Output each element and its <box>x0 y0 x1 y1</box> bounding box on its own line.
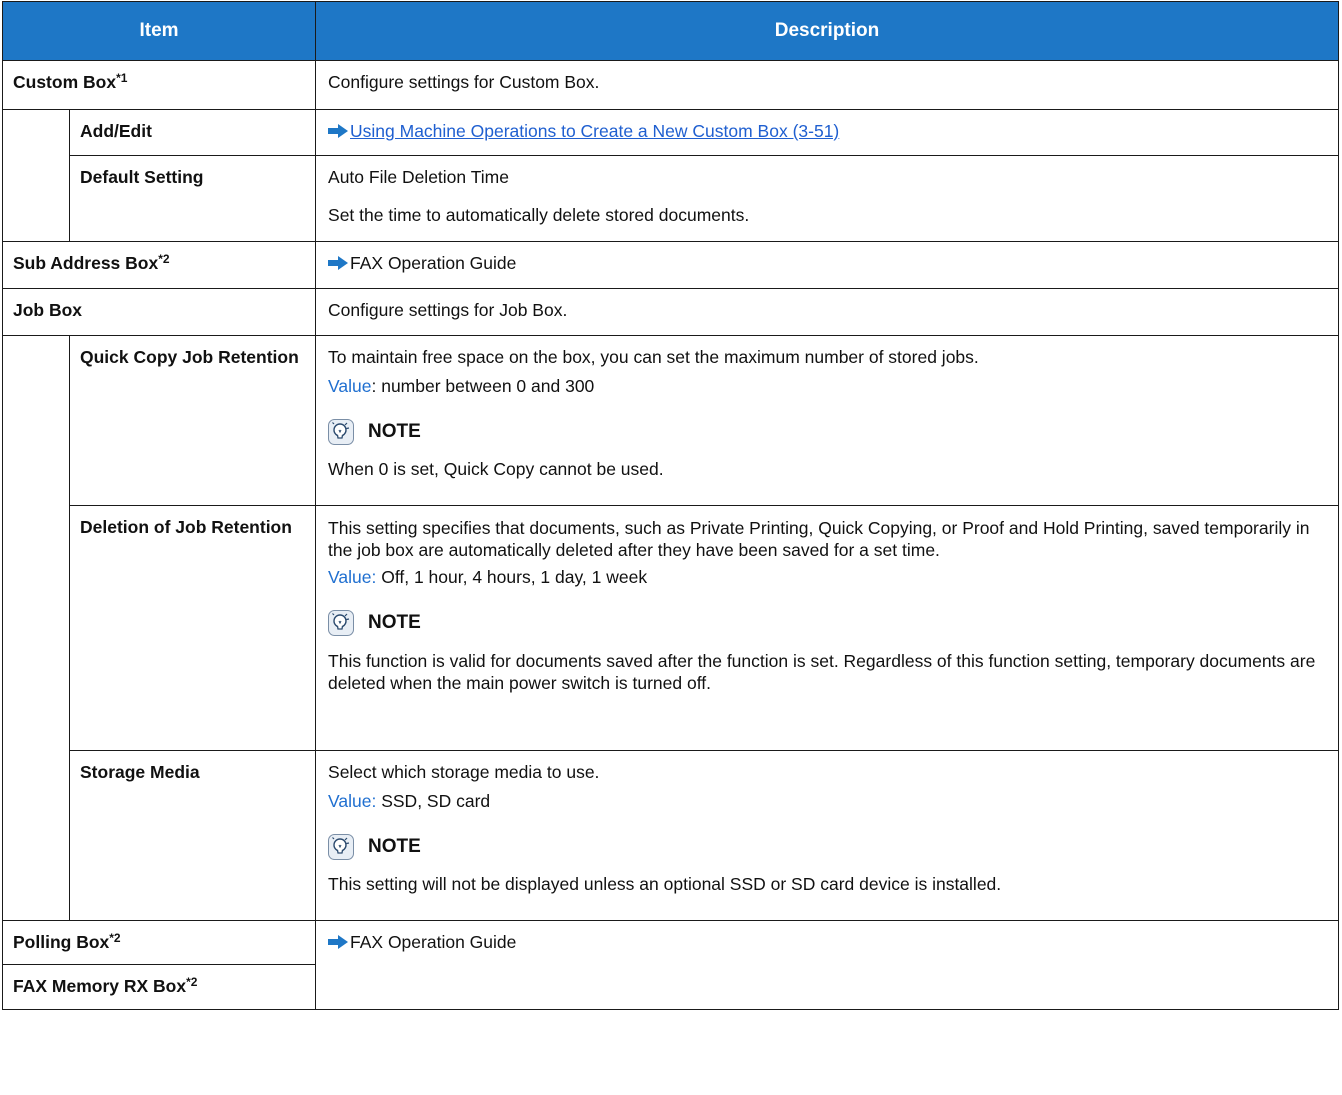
note-bulb-icon <box>328 610 354 636</box>
polling-box-label: Polling Box <box>13 932 110 952</box>
fax-memory-rx-box-item: FAX Memory RX Box*2 <box>1 964 317 1010</box>
storage-media-item: Storage Media <box>68 750 317 921</box>
deletion-description: This setting specifies that documents, s… <box>315 505 1339 751</box>
right-arrow-icon <box>328 256 348 270</box>
table-row: Storage Media Select which storage media… <box>3 750 1339 921</box>
sub-address-box-description: FAX Operation Guide <box>315 241 1339 289</box>
value-text: : number between 0 and 300 <box>371 376 595 396</box>
table-row: Polling Box*2 FAX Operation Guide <box>1 920 1339 1010</box>
value-label: Value: <box>328 567 377 587</box>
fax-memory-rx-box-label: FAX Memory RX Box <box>13 976 187 996</box>
deletion-item: Deletion of Job Retention <box>68 505 317 751</box>
deletion-label: Deletion of Job Retention <box>80 517 292 537</box>
job-box-description: Configure settings for Job Box. <box>315 288 1339 336</box>
footnote-marker: *2 <box>109 931 121 945</box>
job-box-label: Job Box <box>13 300 83 320</box>
settings-table: Item Description Custom Box*1 Configure … <box>1 1 1339 1010</box>
description-text: To maintain free space on the box, you c… <box>328 347 979 367</box>
custom-box-description: Configure settings for Custom Box. <box>315 60 1339 110</box>
sub-address-box-label: Sub Address Box <box>13 253 159 273</box>
note-title: NOTE <box>368 836 421 857</box>
value-text: Off, 1 hour, 4 hours, 1 day, 1 week <box>376 567 648 587</box>
table-row: Deletion of Job Retention This setting s… <box>3 505 1339 751</box>
table-row: Job Box Configure settings for Job Box. <box>1 288 1339 336</box>
footnote-marker: *1 <box>116 71 128 85</box>
note-box: NOTE <box>328 419 1326 445</box>
description-text: Configure settings for Custom Box. <box>328 72 600 92</box>
default-setting-label: Default Setting <box>80 167 204 187</box>
custom-box-label: Custom Box <box>13 72 117 92</box>
note-title: NOTE <box>368 421 421 442</box>
table-row: Default Setting Auto File Deletion Time … <box>3 155 1339 242</box>
fax-guide-reference: FAX Operation Guide <box>350 932 517 952</box>
table-row: Add/Edit Using Machine Operations to Cre… <box>2 109 1339 242</box>
custom-box-link[interactable]: Using Machine Operations to Create a New… <box>350 121 839 141</box>
note-box: NOTE <box>328 610 1326 636</box>
right-arrow-icon <box>328 124 348 138</box>
note-text: This function is valid for documents sav… <box>328 651 1316 693</box>
add-edit-label: Add/Edit <box>80 121 152 141</box>
indent-cell <box>2 109 70 242</box>
table-row: Custom Box*1 Configure settings for Cust… <box>1 60 1339 110</box>
quick-copy-description: To maintain free space on the box, you c… <box>315 335 1339 506</box>
description-column-header: Description <box>315 1 1339 61</box>
sub-address-box-item: Sub Address Box*2 <box>1 241 317 289</box>
footnote-marker: *2 <box>186 975 198 989</box>
fax-guide-reference: FAX Operation Guide <box>350 253 517 273</box>
note-text: When 0 is set, Quick Copy cannot be used… <box>328 459 664 479</box>
quick-copy-item: Quick Copy Job Retention <box>68 335 317 506</box>
footnote-marker: *2 <box>158 252 170 266</box>
add-edit-item: Add/Edit <box>68 109 317 156</box>
indent-cell <box>2 335 70 921</box>
right-arrow-icon <box>328 935 348 949</box>
value-text: SSD, SD card <box>376 791 491 811</box>
storage-media-label: Storage Media <box>80 762 200 782</box>
quick-copy-label: Quick Copy Job Retention <box>80 347 299 367</box>
description-text: Configure settings for Job Box. <box>328 300 568 320</box>
value-label: Value: <box>328 791 377 811</box>
description-text: Auto File Deletion Time <box>328 167 509 187</box>
note-box: NOTE <box>328 834 1326 860</box>
note-title: NOTE <box>368 612 421 633</box>
default-setting-item: Default Setting <box>68 155 317 242</box>
table-header-row: Item Description <box>1 1 1339 61</box>
table-row: Sub Address Box*2 FAX Operation Guide <box>1 241 1339 289</box>
polling-box-item: Polling Box*2 <box>1 920 317 965</box>
storage-media-description: Select which storage media to use. Value… <box>315 750 1339 921</box>
default-setting-description: Auto File Deletion Time Set the time to … <box>315 155 1339 242</box>
item-column-header: Item <box>1 1 317 61</box>
job-box-item: Job Box <box>1 288 317 336</box>
note-bulb-icon <box>328 834 354 860</box>
description-text: This setting specifies that documents, s… <box>328 518 1310 560</box>
polling-box-description: FAX Operation Guide <box>315 920 1339 1010</box>
description-text: Select which storage media to use. <box>328 762 600 782</box>
note-bulb-icon <box>328 419 354 445</box>
description-text: Set the time to automatically delete sto… <box>328 205 750 225</box>
note-text: This setting will not be displayed unles… <box>328 874 1002 894</box>
value-label: Value <box>328 376 372 396</box>
add-edit-description: Using Machine Operations to Create a New… <box>315 109 1339 156</box>
custom-box-item: Custom Box*1 <box>1 60 317 110</box>
table-row: Quick Copy Job Retention To maintain fre… <box>2 335 1339 921</box>
